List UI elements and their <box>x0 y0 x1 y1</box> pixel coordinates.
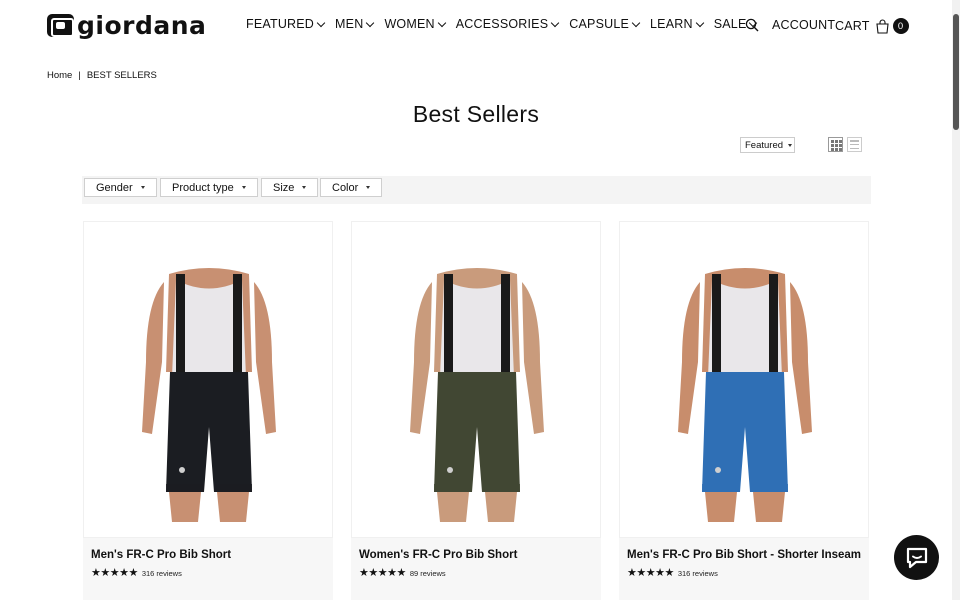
product-image[interactable] <box>619 221 869 538</box>
nav-label: LEARN <box>650 17 693 31</box>
product-rating: ★★★★★ 89 reviews <box>359 568 446 579</box>
chat-bubble-icon <box>906 547 927 568</box>
product-rating: ★★★★★ 316 reviews <box>91 568 182 579</box>
caret-down-icon <box>366 186 371 189</box>
chevron-down-icon <box>366 18 375 27</box>
filter-gender[interactable]: Gender <box>84 178 157 197</box>
site-header: giordana FEATURED MEN WOMEN ACCESSORIES … <box>0 0 952 52</box>
page-scrollbar[interactable] <box>952 0 960 600</box>
nav-label: SALE <box>713 17 747 31</box>
filter-label: Gender <box>96 181 133 194</box>
caret-down-icon <box>241 186 246 189</box>
filter-product-type[interactable]: Product type <box>160 178 258 197</box>
product-photo-figure <box>678 268 812 522</box>
filter-size[interactable]: Size <box>261 178 319 197</box>
cart-button[interactable]: CART 0 <box>835 18 909 34</box>
list-view-icon[interactable] <box>847 137 862 152</box>
nav-item-learn[interactable]: LEARN <box>650 17 704 31</box>
review-count[interactable]: 89 reviews <box>410 569 446 578</box>
caret-down-icon <box>788 143 793 147</box>
chevron-down-icon <box>316 18 326 27</box>
product-card[interactable]: Women's FR-C Pro Bib Short ★★★★★ 89 revi… <box>351 221 601 600</box>
product-card[interactable]: Men's FR-C Pro Bib Short - Shorter Insea… <box>619 221 869 600</box>
product-photo-figure <box>142 268 276 522</box>
chevron-down-icon <box>551 18 560 27</box>
nav-label: ACCESSORIES <box>455 17 549 31</box>
chat-button[interactable] <box>894 535 939 580</box>
search-icon[interactable] <box>745 18 759 32</box>
breadcrumb-home-link[interactable]: Home <box>47 70 72 81</box>
nav-label: FEATURED <box>246 17 315 31</box>
nav-item-women[interactable]: WOMEN <box>384 17 446 31</box>
filter-bar: Gender Product type Size Color <box>82 176 871 204</box>
product-title[interactable]: Men's FR-C Pro Bib Short - Shorter Insea… <box>627 549 861 561</box>
product-image[interactable] <box>351 221 601 538</box>
brand-logo[interactable]: giordana <box>47 10 207 40</box>
product-title[interactable]: Men's FR-C Pro Bib Short <box>91 549 231 561</box>
shopping-bag-icon <box>875 18 889 34</box>
star-rating-icon: ★★★★★ <box>91 567 138 579</box>
filter-label: Product type <box>172 181 234 194</box>
account-link[interactable]: ACCOUNT <box>772 18 835 32</box>
product-image[interactable] <box>83 221 333 538</box>
nav-item-featured[interactable]: FEATURED <box>246 17 326 31</box>
sort-select[interactable]: Featured <box>740 137 795 153</box>
brand-name: giordana <box>77 10 207 40</box>
breadcrumb-current: BEST SELLERS <box>86 70 157 81</box>
nav-label: MEN <box>335 17 364 31</box>
product-photo-figure <box>410 268 544 522</box>
filter-label: Size <box>273 181 295 194</box>
nav-item-men[interactable]: MEN <box>335 17 375 31</box>
chevron-down-icon <box>631 18 641 27</box>
nav-label: CAPSULE <box>569 17 630 31</box>
cart-label: CART <box>835 19 870 33</box>
chevron-down-icon <box>695 18 704 27</box>
filter-color[interactable]: Color <box>320 178 383 197</box>
caret-down-icon <box>302 186 307 189</box>
logo-mark-icon <box>47 14 74 37</box>
product-info: Women's FR-C Pro Bib Short ★★★★★ 89 revi… <box>351 538 601 600</box>
star-rating-icon: ★★★★★ <box>627 567 674 579</box>
main-nav: FEATURED MEN WOMEN ACCESSORIES CAPSULE L… <box>246 17 767 31</box>
breadcrumb: Home | BEST SELLERS <box>47 70 157 81</box>
caret-down-icon <box>140 186 145 189</box>
breadcrumb-separator: | <box>78 70 81 81</box>
product-info: Men's FR-C Pro Bib Short - Shorter Insea… <box>619 538 869 600</box>
filter-label: Color <box>332 181 359 194</box>
star-rating-icon: ★★★★★ <box>359 567 406 579</box>
product-info: Men's FR-C Pro Bib Short ★★★★★ 316 revie… <box>83 538 333 600</box>
product-title[interactable]: Women's FR-C Pro Bib Short <box>359 549 517 561</box>
nav-item-accessories[interactable]: ACCESSORIES <box>455 17 560 31</box>
page-title: Best Sellers <box>412 101 540 127</box>
sort-selected-value: Featured <box>745 139 784 151</box>
review-count[interactable]: 316 reviews <box>142 569 182 578</box>
scrollbar-thumb[interactable] <box>953 14 959 130</box>
nav-item-capsule[interactable]: CAPSULE <box>569 17 641 31</box>
chevron-down-icon <box>437 18 446 27</box>
review-count[interactable]: 316 reviews <box>678 569 718 578</box>
product-card[interactable]: Men's FR-C Pro Bib Short ★★★★★ 316 revie… <box>83 221 333 600</box>
nav-label: WOMEN <box>384 17 435 31</box>
product-rating: ★★★★★ 316 reviews <box>627 568 718 579</box>
cart-count-badge: 0 <box>892 18 909 34</box>
grid-view-icon[interactable] <box>828 137 843 152</box>
